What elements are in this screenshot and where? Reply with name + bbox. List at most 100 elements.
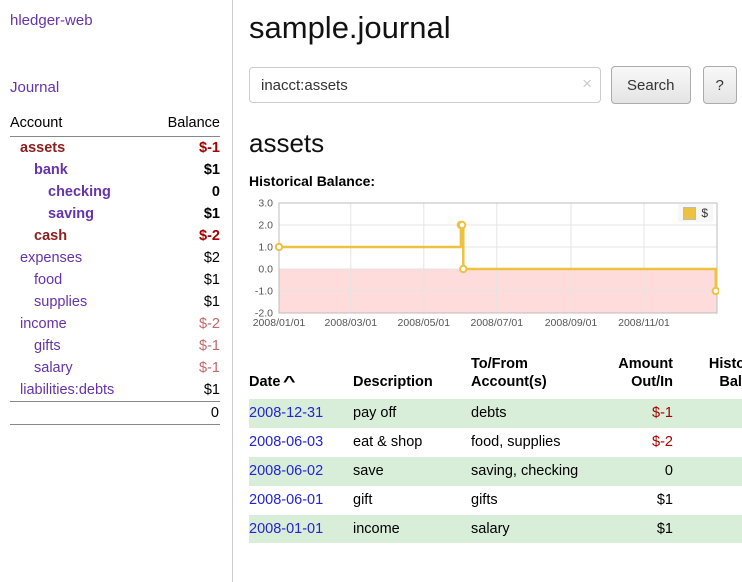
register-amount: $1 xyxy=(593,515,683,544)
sidebar-item-journal[interactable]: Journal xyxy=(10,79,220,96)
search-bar: × Search ? xyxy=(249,66,742,104)
register-accounts: food, supplies xyxy=(471,428,593,457)
register-description: save xyxy=(353,457,471,486)
account-link-income[interactable]: income xyxy=(20,316,67,332)
account-balance-assets: $-1 xyxy=(150,137,220,160)
account-link-gifts[interactable]: gifts xyxy=(34,338,61,354)
hledger-web-app: hledger-web Journal Account Balance asse… xyxy=(0,0,742,582)
register-header-accounts: To/From Account(s) xyxy=(471,353,593,399)
search-button[interactable]: Search xyxy=(611,66,691,104)
account-heading: assets xyxy=(249,128,742,159)
app-title-link[interactable]: hledger-web xyxy=(10,12,220,29)
account-balance-liabilities-debts: $1 xyxy=(150,379,220,402)
register-description: pay off xyxy=(353,399,471,428)
account-row-supplies: supplies $1 xyxy=(10,291,220,313)
account-balance-saving: $1 xyxy=(150,203,220,225)
account-link-liabilities-debts[interactable]: liabilities:debts xyxy=(20,382,114,398)
account-balance-cash: $-2 xyxy=(150,225,220,247)
register-description: income xyxy=(353,515,471,544)
register-description: eat & shop xyxy=(353,428,471,457)
account-link-assets[interactable]: assets xyxy=(20,140,65,156)
account-row-saving: saving $1 xyxy=(10,203,220,225)
account-link-supplies[interactable]: supplies xyxy=(34,294,87,310)
register-date-link[interactable]: 2008-06-02 xyxy=(249,463,323,479)
legend-label: $ xyxy=(701,206,708,220)
register-row: 2008-06-02 save saving, checking 0 $2 xyxy=(249,457,742,486)
svg-text:2008/07/01: 2008/07/01 xyxy=(471,317,524,329)
account-link-bank[interactable]: bank xyxy=(34,162,68,178)
help-button[interactable]: ? xyxy=(703,66,737,104)
account-link-cash[interactable]: cash xyxy=(34,228,67,244)
register-balance: $2 xyxy=(683,486,742,515)
accounts-header-balance: Balance xyxy=(150,112,220,137)
register-balance: $-1 xyxy=(683,399,742,428)
register-date-link[interactable]: 2008-06-03 xyxy=(249,434,323,450)
svg-text:-1.0: -1.0 xyxy=(255,286,273,298)
register-row: 2008-12-31 pay off debts $-1 $-1 xyxy=(249,399,742,428)
register-date-link[interactable]: 2008-01-01 xyxy=(249,521,323,537)
chart-title: Historical Balance: xyxy=(249,173,742,189)
search-input[interactable] xyxy=(249,67,601,103)
account-row-checking: checking 0 xyxy=(10,181,220,203)
register-header-amount: Amount Out/In xyxy=(593,353,683,399)
account-balance-income: $-2 xyxy=(150,313,220,335)
svg-text:2008/03/01: 2008/03/01 xyxy=(325,317,378,329)
accounts-table: Account Balance assets $-1 bank $1 check… xyxy=(10,112,220,425)
register-balance: 0 xyxy=(683,428,742,457)
svg-text:2008/05/01: 2008/05/01 xyxy=(398,317,451,329)
register-accounts: debts xyxy=(471,399,593,428)
account-row-income: income $-2 xyxy=(10,313,220,335)
accounts-total-row: 0 xyxy=(10,402,220,425)
register-balance: $1 xyxy=(683,515,742,544)
account-link-expenses[interactable]: expenses xyxy=(20,250,82,266)
search-box: × xyxy=(249,67,601,103)
register-header-row: Date^ Description To/From Account(s) Amo… xyxy=(249,353,742,399)
svg-text:1.0: 1.0 xyxy=(258,242,273,254)
account-row-cash: cash $-2 xyxy=(10,225,220,247)
account-balance-gifts: $-1 xyxy=(150,335,220,357)
page-title: sample.journal xyxy=(249,10,742,46)
account-row-expenses: expenses $2 xyxy=(10,247,220,269)
account-link-saving[interactable]: saving xyxy=(48,206,94,222)
register-row: 2008-06-01 gift gifts $1 $2 xyxy=(249,486,742,515)
account-row-liabilities-debts: liabilities:debts $1 xyxy=(10,379,220,402)
svg-text:2.0: 2.0 xyxy=(258,220,273,232)
svg-text:2008/01/01: 2008/01/01 xyxy=(253,317,306,329)
register-row: 2008-01-01 income salary $1 $1 xyxy=(249,515,742,544)
clear-search-icon[interactable]: × xyxy=(582,75,592,92)
account-link-food[interactable]: food xyxy=(34,272,62,288)
register-table: Date^ Description To/From Account(s) Amo… xyxy=(249,353,742,543)
account-row-salary: salary $-1 xyxy=(10,357,220,379)
svg-text:3.0: 3.0 xyxy=(258,198,273,210)
account-row-assets: assets $-1 xyxy=(10,137,220,160)
account-balance-checking: 0 xyxy=(150,181,220,203)
register-accounts: saving, checking xyxy=(471,457,593,486)
register-header-date[interactable]: Date^ xyxy=(249,353,353,399)
register-header-description: Description xyxy=(353,353,471,399)
register-description: gift xyxy=(353,486,471,515)
accounts-header-row: Account Balance xyxy=(10,112,220,137)
account-link-checking[interactable]: checking xyxy=(48,184,111,200)
account-balance-supplies: $1 xyxy=(150,291,220,313)
account-balance-salary: $-1 xyxy=(150,357,220,379)
svg-text:2008/11/01: 2008/11/01 xyxy=(618,317,670,329)
account-balance-expenses: $2 xyxy=(150,247,220,269)
register-amount: $-1 xyxy=(593,399,683,428)
register-accounts: gifts xyxy=(471,486,593,515)
chart-legend: $ xyxy=(678,204,713,222)
register-accounts: salary xyxy=(471,515,593,544)
accounts-total: 0 xyxy=(150,402,220,425)
account-row-gifts: gifts $-1 xyxy=(10,335,220,357)
register-amount: 0 xyxy=(593,457,683,486)
account-balance-bank: $1 xyxy=(150,159,220,181)
account-row-bank: bank $1 xyxy=(10,159,220,181)
main-content: sample.journal × Search ? assets Histori… xyxy=(233,0,742,582)
account-row-food: food $1 xyxy=(10,269,220,291)
account-balance-food: $1 xyxy=(150,269,220,291)
sort-ascending-icon: ^ xyxy=(283,373,296,391)
account-link-salary[interactable]: salary xyxy=(34,360,73,376)
sidebar: hledger-web Journal Account Balance asse… xyxy=(0,0,233,582)
register-date-link[interactable]: 2008-06-01 xyxy=(249,492,323,508)
register-header-balance: Historical Balance xyxy=(683,353,742,399)
register-date-link[interactable]: 2008-12-31 xyxy=(249,405,323,421)
